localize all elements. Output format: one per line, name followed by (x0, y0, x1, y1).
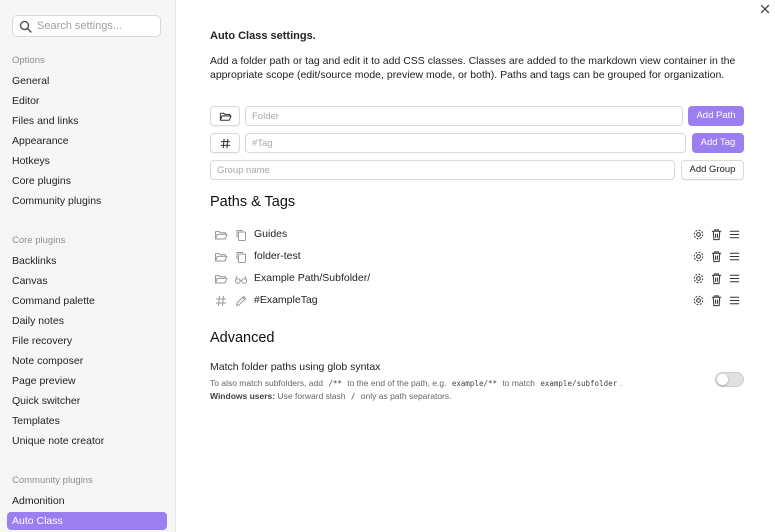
sidebar-item-hotkeys[interactable]: Hotkeys (7, 152, 167, 170)
search-input[interactable] (37, 18, 155, 34)
trash-icon[interactable] (710, 294, 723, 307)
gear-icon[interactable] (692, 250, 705, 263)
tag-entry: #ExampleTag (214, 291, 744, 311)
search-icon (19, 20, 32, 33)
add-group-row: Add Group (210, 160, 745, 180)
settings-sidebar: Options General Editor Files and links A… (0, 0, 176, 532)
drag-handle-icon[interactable] (728, 272, 741, 285)
code-snippet: example/subfolder (540, 379, 618, 388)
sidebar-item-quick-switcher[interactable]: Quick switcher (7, 392, 167, 410)
folder-picker-button[interactable] (210, 106, 240, 126)
path-entry: Guides (214, 225, 744, 245)
desc-text: To also match subfolders, add (210, 378, 323, 388)
pencil-icon (236, 295, 247, 306)
advanced-heading: Advanced (210, 330, 275, 346)
windows-users-label: Windows users: (210, 391, 276, 401)
add-group-button[interactable]: Add Group (681, 160, 744, 180)
glasses-icon (234, 275, 248, 284)
paths-tags-heading: Paths & Tags (210, 194, 296, 210)
code-snippet: example/** (451, 379, 498, 388)
drag-handle-icon[interactable] (728, 250, 741, 263)
add-path-button[interactable]: Add Path (688, 106, 744, 126)
sidebar-item-community-plugins[interactable]: Community plugins (7, 192, 167, 210)
sidebar-item-backlinks[interactable]: Backlinks (7, 252, 167, 270)
section-heading-options: Options (12, 55, 45, 66)
folder-open-icon (219, 112, 232, 121)
gear-icon[interactable] (692, 272, 705, 285)
gear-icon[interactable] (692, 228, 705, 241)
sidebar-item-appearance[interactable]: Appearance (7, 132, 167, 150)
add-tag-button[interactable]: Add Tag (692, 133, 744, 153)
entry-label: Guides (254, 228, 288, 240)
sidebar-item-admonition[interactable]: Admonition (7, 492, 167, 510)
entry-label: #ExampleTag (254, 294, 318, 306)
trash-icon[interactable] (710, 250, 723, 263)
sidebar-item-note-composer[interactable]: Note composer (7, 352, 167, 370)
entry-label: folder-test (254, 250, 301, 262)
sidebar-item-templates[interactable]: Templates (7, 412, 167, 430)
group-name-input[interactable] (210, 160, 675, 180)
code-snippet: / (350, 392, 356, 401)
section-heading-core-plugins: Core plugins (12, 235, 66, 246)
search-box[interactable] (12, 15, 161, 37)
tag-picker-button[interactable] (210, 133, 240, 153)
page-title: Auto Class settings. (210, 30, 316, 42)
folder-icon (215, 275, 228, 284)
sidebar-item-auto-class[interactable]: Auto Class (7, 512, 167, 530)
sidebar-item-files-and-links[interactable]: Files and links (7, 112, 167, 130)
hash-icon (220, 138, 231, 149)
close-button[interactable] (758, 2, 772, 16)
sidebar-item-daily-notes[interactable]: Daily notes (7, 312, 167, 330)
drag-handle-icon[interactable] (728, 228, 741, 241)
sidebar-item-editor[interactable]: Editor (7, 92, 167, 110)
page-description: Add a folder path or tag and edit it to … (210, 55, 736, 81)
entry-label: Example Path/Subfolder/ (254, 272, 371, 284)
add-path-row: Add Path (210, 106, 745, 126)
desc-text: to the end of the path, e.g. (347, 378, 447, 388)
sidebar-item-command-palette[interactable]: Command palette (7, 292, 167, 310)
sidebar-item-core-plugins[interactable]: Core plugins (7, 172, 167, 190)
tag-input[interactable] (245, 133, 686, 153)
sidebar-item-page-preview[interactable]: Page preview (7, 372, 167, 390)
gear-icon[interactable] (692, 294, 705, 307)
sidebar-item-unique-note-creator[interactable]: Unique note creator (7, 432, 167, 450)
desc-text: . (620, 378, 623, 388)
desc-text: only as path separators. (360, 391, 452, 401)
trash-icon[interactable] (710, 228, 723, 241)
copy-icon (236, 230, 246, 241)
folder-icon (215, 253, 228, 262)
sidebar-item-canvas[interactable]: Canvas (7, 272, 167, 290)
folder-input[interactable] (245, 106, 683, 126)
add-tag-row: Add Tag (210, 133, 745, 153)
desc-text: to match (502, 378, 535, 388)
path-entry: folder-test (214, 247, 744, 267)
code-snippet: /** (328, 379, 342, 388)
sidebar-item-general[interactable]: General (7, 72, 167, 90)
close-icon (760, 4, 770, 14)
desc-text: Use forward slash (277, 391, 346, 401)
copy-icon (236, 252, 246, 263)
path-entry: Example Path/Subfolder/ (214, 269, 744, 289)
sidebar-item-file-recovery[interactable]: File recovery (7, 332, 167, 350)
glob-setting-name: Match folder paths using glob syntax (210, 361, 381, 373)
glob-toggle[interactable] (715, 372, 744, 387)
trash-icon[interactable] (710, 272, 723, 285)
hash-icon (216, 295, 226, 307)
glob-setting-description: To also match subfolders, add /** to the… (210, 377, 680, 403)
folder-icon (215, 231, 228, 240)
toggle-knob (717, 374, 728, 385)
section-heading-community-plugins: Community plugins (12, 475, 93, 486)
drag-handle-icon[interactable] (728, 294, 741, 307)
